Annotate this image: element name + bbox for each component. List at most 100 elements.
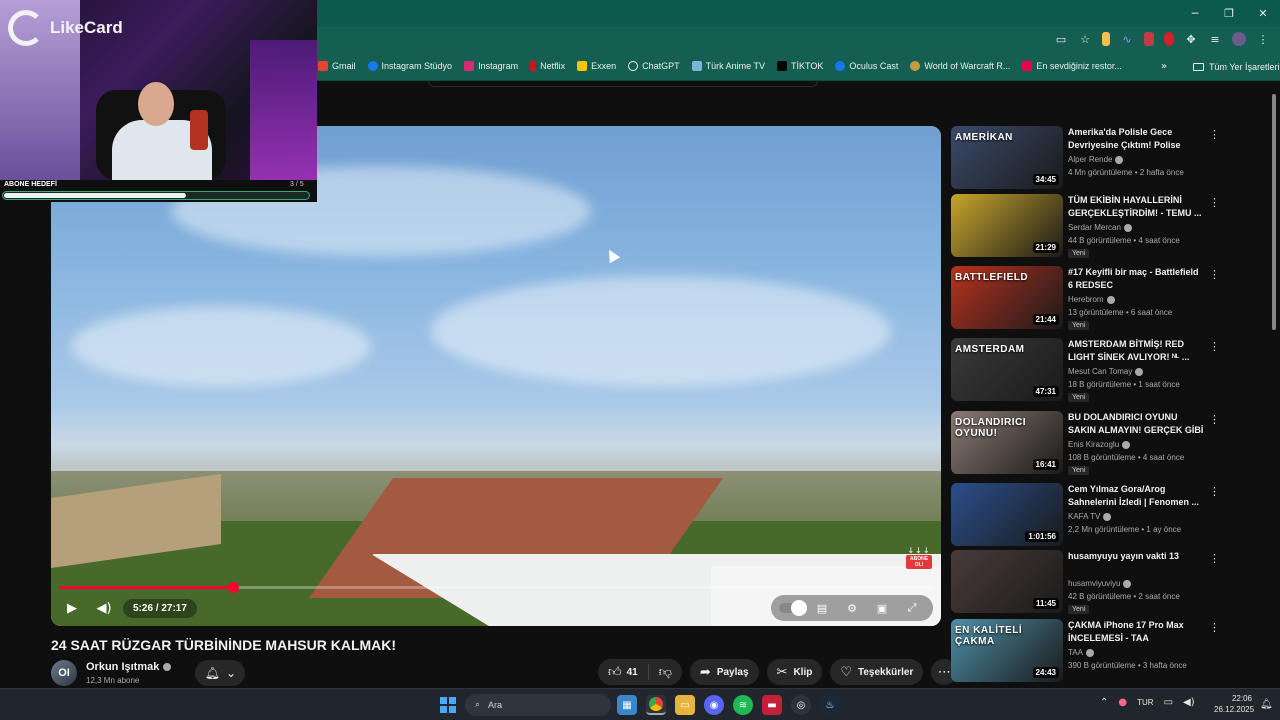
recommendation-item[interactable]: BATTLEFIELD 21:44 #17 Keyifli bir maç - Ba… — [951, 266, 1221, 330]
dislike-button[interactable]: 👎︎ — [649, 659, 682, 685]
scrubber-handle[interactable] — [227, 582, 239, 593]
bookmark-turk-anime[interactable]: Türk Anime TV — [691, 61, 765, 71]
discord-app-icon[interactable]: ◉ — [704, 695, 724, 715]
steam-app-icon[interactable]: ♨ — [820, 695, 840, 715]
recommendation-channel[interactable]: Herebrom — [1068, 295, 1115, 304]
settings-gear-icon[interactable]: ⚙ — [839, 597, 865, 619]
file-explorer-icon[interactable]: ▭ — [675, 695, 695, 715]
recommendation-channel[interactable]: Serdar Mercan — [1068, 223, 1132, 232]
more-vert-icon[interactable]: ⋮ — [1209, 268, 1220, 281]
bookmark-star-icon[interactable]: ☆ — [1078, 32, 1092, 46]
recommendation-title[interactable]: TÜM EKİBİN HAYALLERİNİ GERÇEKLEŞTİRDİM! … — [1068, 194, 1204, 220]
close-icon[interactable]: ✕ — [1246, 0, 1280, 27]
video-thumbnail[interactable]: 11:45 — [951, 550, 1063, 613]
recommendation-item[interactable]: AMERİKAN 34:45 Amerika'da Polisle Gece Dev… — [951, 126, 1221, 190]
recommendation-channel[interactable]: husamviyuviyu — [1068, 579, 1132, 588]
recommendation-item[interactable]: 21:29 TÜM EKİBİN HAYALLERİNİ GERÇEKLEŞTİR… — [951, 194, 1221, 258]
video-thumbnail[interactable]: 21:29 — [951, 194, 1063, 257]
extension-icon-4[interactable] — [1164, 32, 1174, 46]
channel-name-link[interactable]: Orkun Işıtmak — [86, 661, 172, 673]
notification-bell-button[interactable]: 🔔︎ ⌄ — [195, 660, 246, 686]
profile-avatar-icon[interactable] — [1232, 32, 1246, 46]
taskbar-search[interactable]: ⌕ Ara — [465, 694, 611, 716]
stream-app-icon[interactable]: ▬ — [762, 695, 782, 715]
subscribe-watermark[interactable]: ↓↓↓ ABONE OL! — [906, 546, 932, 574]
extension-icon-2[interactable]: ∿ — [1120, 32, 1134, 46]
recommendation-title[interactable]: ÇAKMA iPhone 17 Pro Max İNCELEMESİ - TAA — [1068, 619, 1204, 645]
miniplayer-icon[interactable]: ▣ — [869, 597, 895, 619]
more-vert-icon[interactable]: ⋮ — [1209, 196, 1220, 209]
recommendation-item[interactable]: DOLANDIRICI OYUNU! 16:41 BU DOLANDIRICI OY… — [951, 411, 1221, 475]
volume-tray-icon[interactable]: ◀) — [1183, 697, 1195, 708]
video-thumbnail[interactable]: AMERİKAN 34:45 — [951, 126, 1063, 189]
obs-app-icon[interactable]: ◎ — [791, 695, 811, 715]
extension-icon-1[interactable] — [1102, 32, 1110, 46]
bookmark-gmail[interactable]: Gmail — [318, 61, 356, 71]
recommendation-title[interactable]: husamyuyu yayın vakti 13 — [1068, 550, 1204, 563]
extension-icon-3[interactable] — [1144, 32, 1154, 46]
extensions-puzzle-icon[interactable]: ✥ — [1184, 32, 1198, 46]
maximize-icon[interactable]: ❐ — [1212, 0, 1246, 27]
more-vert-icon[interactable]: ⋮ — [1209, 621, 1220, 634]
more-bookmarks-icon[interactable]: » — [1161, 61, 1167, 72]
more-vert-icon[interactable]: ⋮ — [1209, 485, 1220, 498]
all-bookmarks-button[interactable]: Tüm Yer İşaretleri — [1193, 62, 1280, 72]
play-icon[interactable]: ▶ — [59, 596, 85, 620]
windows-start-icon[interactable] — [440, 697, 456, 713]
video-thumbnail[interactable]: EN KALİTELİ ÇAKMA 24:43 — [951, 619, 1063, 682]
reading-list-icon[interactable]: ≡ — [1208, 32, 1222, 46]
recommendation-title[interactable]: Amerika'da Polisle Gece Devriyesine Çıkt… — [1068, 126, 1204, 152]
recommendation-channel[interactable]: Mesut Can Tomay — [1068, 367, 1144, 376]
chrome-app-icon[interactable] — [646, 695, 666, 715]
recommendation-item[interactable]: 11:45 husamyuyu yayın vakti 13 husamviyuvi… — [951, 550, 1221, 614]
recommendation-channel[interactable]: Alper Rende — [1068, 155, 1124, 164]
notification-bell-icon[interactable]: 🔔︎ — [1260, 699, 1273, 710]
more-vert-icon[interactable]: ⋮ — [1209, 128, 1220, 141]
tray-chevron-icon[interactable]: ⌃ — [1100, 697, 1108, 708]
channel-avatar[interactable]: OI — [51, 660, 77, 686]
bookmark-chatgpt[interactable]: ChatGPT — [628, 61, 680, 71]
recommendation-channel[interactable]: KAFA TV — [1068, 512, 1112, 521]
bookmark-tiktok[interactable]: TİKTOK — [777, 61, 823, 71]
recommendation-channel[interactable]: Enis Kirazoglu — [1068, 440, 1131, 449]
bookmark-instagram-studio[interactable]: Instagram Stüdyo — [367, 61, 452, 71]
volume-icon[interactable]: ◀) — [91, 596, 117, 620]
recommendation-channel[interactable]: TAA — [1068, 648, 1094, 657]
more-vert-icon[interactable]: ⋮ — [1209, 413, 1220, 426]
video-thumbnail[interactable]: DOLANDIRICI OYUNU! 16:41 — [951, 411, 1063, 474]
page-scrollbar[interactable] — [1271, 88, 1277, 680]
bookmark-exxen[interactable]: Exxen — [577, 61, 616, 71]
language-indicator[interactable]: TUR — [1137, 698, 1153, 707]
bookmark-instagram[interactable]: Instagram — [464, 61, 518, 71]
video-thumbnail[interactable]: BATTLEFIELD 21:44 — [951, 266, 1063, 329]
recommendation-title[interactable]: #17 Keyifli bir maç - Battlefield 6 REDS… — [1068, 266, 1204, 292]
recommendation-title[interactable]: AMSTERDAM BİTMİŞ! RED LIGHT SİNEK AVLIYO… — [1068, 338, 1204, 364]
recommendation-item[interactable]: EN KALİTELİ ÇAKMA 24:43 ÇAKMA iPhone 17 Pr… — [951, 619, 1221, 683]
spotify-app-icon[interactable]: ≋ — [733, 695, 753, 715]
fullscreen-icon[interactable]: ⤢ — [899, 597, 925, 619]
network-icon[interactable]: ▭ — [1164, 697, 1173, 708]
scroll-thumb[interactable] — [1272, 94, 1276, 330]
cast-icon[interactable]: ▭ — [1054, 32, 1068, 46]
like-button[interactable]: 👍︎ 41 — [598, 659, 648, 685]
video-thumbnail[interactable]: 1:01:56 — [951, 483, 1063, 546]
recommendation-title[interactable]: BU DOLANDIRICI OYUNU SAKIN ALMAYIN! GERÇ… — [1068, 411, 1204, 437]
autoplay-toggle[interactable] — [779, 597, 807, 619]
share-button[interactable]: ➦ Paylaş — [689, 659, 759, 685]
video-thumbnail[interactable]: AMSTERDAM 47:31 — [951, 338, 1063, 401]
subtitles-icon[interactable]: ▤ — [809, 597, 835, 619]
browser-menu-icon[interactable]: ⋮ — [1256, 32, 1270, 46]
bookmark-restaurant[interactable]: En sevdiğiniz restor... — [1022, 61, 1122, 71]
recommendation-item[interactable]: 1:01:56 Cem Yılmaz Gora/Arog Sahnelerini … — [951, 483, 1221, 547]
minimize-icon[interactable]: ─ — [1178, 0, 1212, 27]
bookmark-oculus[interactable]: Oculus Cast — [835, 61, 898, 71]
recommendation-title[interactable]: Cem Yılmaz Gora/Arog Sahnelerini İzledi … — [1068, 483, 1204, 509]
thanks-button[interactable]: ♡ Teşekkürler — [830, 659, 924, 685]
taskbar-clock[interactable]: 22:06 26.12.2025 — [1214, 693, 1254, 715]
recommendation-item[interactable]: AMSTERDAM 47:31 AMSTERDAM BİTMİŞ! RED LIGH… — [951, 338, 1221, 402]
more-vert-icon[interactable]: ⋮ — [1209, 552, 1220, 565]
photos-app-icon[interactable]: ▦ — [617, 695, 637, 715]
progress-bar[interactable] — [59, 582, 933, 593]
bookmark-warcraft[interactable]: World of Warcraft R... — [910, 61, 1010, 71]
bookmark-netflix[interactable]: Netflix — [530, 61, 565, 71]
